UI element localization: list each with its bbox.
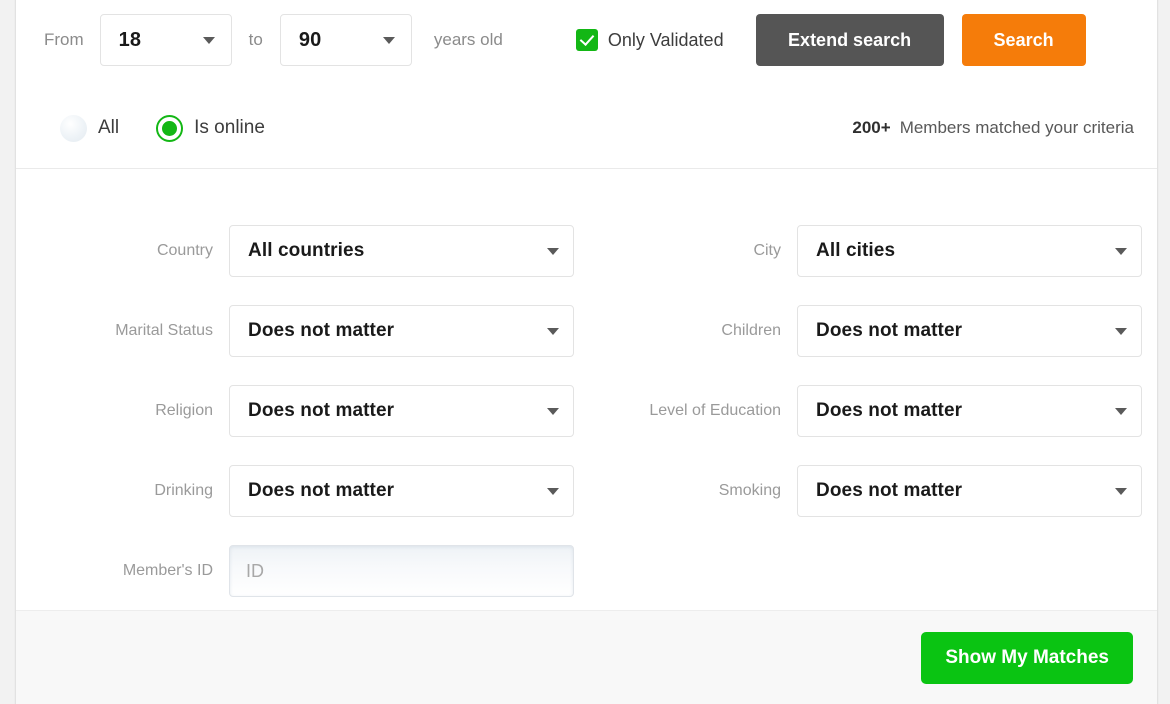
filter-label: City	[753, 242, 781, 259]
from-label: From	[44, 30, 84, 49]
filter-drinking: Drinking Does not matter	[39, 451, 589, 531]
search-button[interactable]: Search	[961, 14, 1086, 66]
chevron-down-icon	[1115, 408, 1127, 415]
filter-member-id: Member's ID	[39, 531, 589, 611]
country-select[interactable]: All countries	[229, 225, 574, 277]
search-topbar: From 18 to 90 years old Only Validated E…	[16, 0, 1157, 184]
drinking-value: Does not matter	[248, 480, 395, 501]
filter-smoking: Smoking Does not matter	[607, 451, 1155, 531]
level-of-education-value: Does not matter	[816, 400, 963, 421]
chevron-down-icon	[547, 408, 559, 415]
filters-grid: Country All countries City All cities Ma…	[16, 184, 1157, 610]
topbar-divider	[16, 168, 1157, 169]
country-value: All countries	[248, 240, 365, 261]
filter-city: City All cities	[607, 211, 1155, 291]
radio-is-online-label: Is online	[194, 117, 265, 138]
online-filter-row: All Is online 200+ Members matched your …	[16, 88, 1157, 168]
show-my-matches-button[interactable]: Show My Matches	[921, 631, 1133, 684]
chevron-down-icon	[382, 37, 395, 44]
search-filters-page: From 18 to 90 years old Only Validated E…	[0, 0, 1170, 704]
chevron-down-icon	[202, 37, 215, 44]
age-to-value: 90	[298, 28, 322, 51]
filter-label: Country	[156, 242, 213, 259]
children-select[interactable]: Does not matter	[797, 305, 1142, 357]
children-value: Does not matter	[816, 320, 963, 341]
filter-children: Children Does not matter	[607, 291, 1155, 371]
panel-footer: Show My Matches	[16, 610, 1157, 704]
filter-religion: Religion Does not matter	[39, 371, 589, 451]
radio-selected-icon	[156, 114, 184, 142]
filter-label: Religion	[155, 402, 213, 419]
results-count: 200+	[852, 118, 891, 137]
age-to-select[interactable]: 90	[279, 14, 412, 66]
filter-row: Country All countries City All cities	[39, 211, 1142, 291]
results-text: Members matched your criteria	[899, 118, 1134, 137]
results-summary: 200+ Members matched your criteria	[852, 118, 1134, 138]
chevron-down-icon	[547, 248, 559, 255]
chevron-down-icon	[547, 488, 559, 495]
filter-label: Marital Status	[115, 322, 213, 339]
filter-label: Children	[721, 322, 781, 339]
drinking-select[interactable]: Does not matter	[229, 465, 574, 517]
smoking-select[interactable]: Does not matter	[797, 465, 1142, 517]
years-old-label: years old	[433, 30, 503, 49]
filter-row: Marital Status Does not matter Children …	[39, 291, 1142, 371]
filter-label: Level of Education	[649, 402, 781, 419]
marital-status-select[interactable]: Does not matter	[229, 305, 574, 357]
religion-select[interactable]: Does not matter	[229, 385, 574, 437]
filter-row: Member's ID	[39, 531, 1134, 611]
filter-label: Drinking	[154, 482, 213, 499]
marital-status-value: Does not matter	[248, 320, 395, 341]
radio-all-label: All	[98, 117, 120, 138]
city-select[interactable]: All cities	[797, 225, 1142, 277]
radio-unselected-icon	[60, 114, 87, 142]
level-of-education-select[interactable]: Does not matter	[797, 385, 1142, 437]
filter-row: Religion Does not matter Level of Educat…	[39, 371, 1142, 451]
age-from-select[interactable]: 18	[99, 14, 232, 66]
chevron-down-icon	[1115, 488, 1127, 495]
chevron-down-icon	[547, 328, 559, 335]
filter-marital-status: Marital Status Does not matter	[39, 291, 589, 371]
member-id-input[interactable]	[229, 545, 574, 597]
radio-is-online[interactable]: Is online	[156, 114, 265, 142]
filter-level-of-education: Level of Education Does not matter	[607, 371, 1155, 451]
filter-row: Drinking Does not matter Smoking Does no…	[39, 451, 1142, 531]
age-filter-row: From 18 to 90 years old Only Validated E…	[16, 0, 1157, 88]
extend-search-button[interactable]: Extend search	[755, 14, 944, 66]
filter-empty-cell	[607, 531, 1155, 611]
chevron-down-icon	[1115, 248, 1127, 255]
filter-label: Member's ID	[122, 562, 213, 579]
filter-label: Smoking	[718, 482, 781, 499]
chevron-down-icon	[1115, 328, 1127, 335]
only-validated-checkbox[interactable]: Only Validated	[575, 29, 724, 51]
city-value: All cities	[816, 240, 896, 261]
to-label: to	[248, 30, 263, 49]
filter-country: Country All countries	[39, 211, 589, 291]
search-panel: From 18 to 90 years old Only Validated E…	[15, 0, 1158, 704]
only-validated-label: Only Validated	[607, 29, 724, 50]
checkmark-icon	[575, 29, 598, 51]
religion-value: Does not matter	[248, 400, 395, 421]
smoking-value: Does not matter	[816, 480, 963, 501]
radio-all[interactable]: All	[60, 114, 120, 142]
age-from-value: 18	[118, 28, 142, 51]
